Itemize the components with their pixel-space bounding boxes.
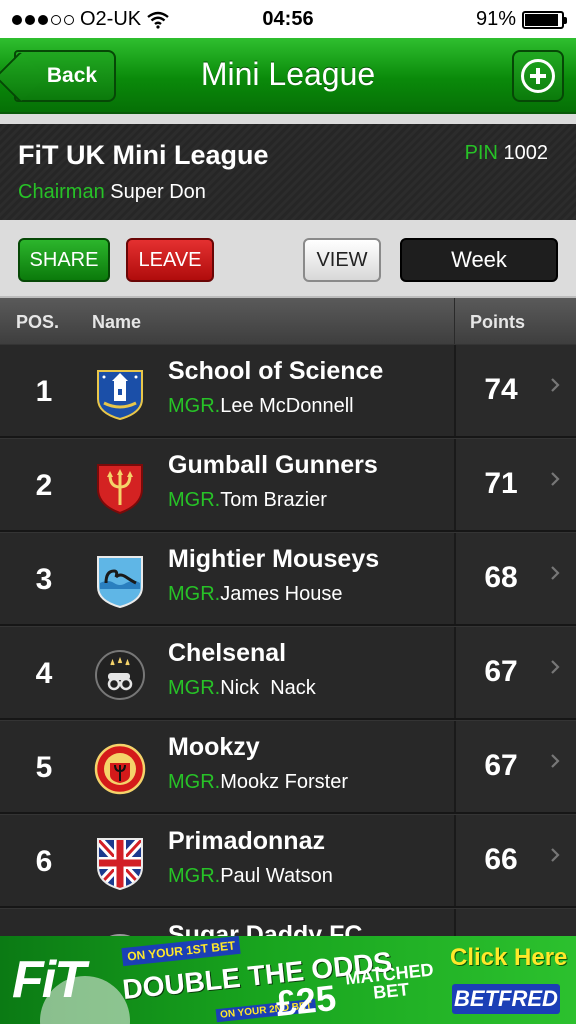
points-cell bbox=[454, 909, 576, 936]
league-name: FiT UK Mini League bbox=[18, 140, 269, 170]
manager-name: James House bbox=[220, 583, 343, 605]
row-points: 67 bbox=[484, 655, 518, 688]
table-row[interactable]: 5 Mookzy MGR.Mookz Forster 67 bbox=[0, 720, 576, 814]
battery-level bbox=[525, 13, 558, 26]
blue-tower-crest-icon bbox=[97, 370, 143, 421]
points-cell: 67 bbox=[454, 721, 576, 812]
points-cell: 66 bbox=[454, 815, 576, 906]
team-name: Primadonnaz bbox=[168, 827, 325, 855]
ad-cta[interactable]: Click Here bbox=[450, 944, 567, 972]
football-crest-icon bbox=[109, 934, 131, 936]
chevron-right-icon bbox=[551, 472, 560, 486]
page-title: Mini League bbox=[200, 56, 376, 92]
team-name: Mightier Mouseys bbox=[168, 545, 380, 573]
view-button[interactable]: VIEW bbox=[303, 238, 381, 282]
table-header: POS. Name Points bbox=[0, 298, 576, 344]
row-points: 71 bbox=[484, 467, 518, 500]
table-row[interactable]: 7 Sugar Daddy FC bbox=[0, 908, 576, 936]
manager-name: Lee McDonnell bbox=[220, 395, 354, 417]
row-points: 68 bbox=[484, 561, 518, 594]
mgr-prefix: MGR. bbox=[168, 677, 221, 699]
chevron-right-icon bbox=[551, 754, 560, 768]
ad-banner[interactable]: FiT ON YOUR 1ST BET DOUBLE THE ODDS ON Y… bbox=[0, 936, 576, 1024]
header-pos: POS. bbox=[16, 312, 60, 332]
team-name: Gumball Gunners bbox=[168, 451, 378, 479]
header-points: Points bbox=[470, 312, 526, 332]
team-name: School of Science bbox=[168, 357, 384, 385]
mgr-prefix: MGR. bbox=[168, 489, 221, 511]
manager-name: Tom Brazier bbox=[220, 489, 327, 511]
navigation-bar: Back Mini League bbox=[0, 38, 576, 114]
ad-matched-bet: MATCHED BET bbox=[344, 959, 436, 1004]
ad-sponsor-logo: BETFRED bbox=[452, 984, 560, 1014]
team-name: Mookzy bbox=[168, 733, 260, 761]
red-trident-crest-icon bbox=[97, 464, 143, 515]
chevron-right-icon bbox=[551, 566, 560, 580]
ad-amount: £25 bbox=[273, 976, 339, 1024]
add-button[interactable] bbox=[512, 50, 564, 102]
chevron-right-icon bbox=[551, 378, 560, 392]
table-row[interactable]: 4 Chelsenal MGR.Nick Nack 67 bbox=[0, 626, 576, 720]
status-bar: O2-UK 04:56 91% bbox=[0, 0, 576, 38]
row-position: 2 bbox=[35, 469, 53, 502]
header-name: Name bbox=[92, 312, 142, 332]
manager-name: Paul Watson bbox=[220, 865, 333, 887]
mgr-prefix: MGR. bbox=[168, 865, 221, 887]
union-jack-crest-icon bbox=[97, 838, 143, 891]
row-position: 3 bbox=[35, 563, 53, 596]
table-row[interactable]: 2 Gumball Gunners MGR.Tom Brazier 71 bbox=[0, 438, 576, 532]
manager: MGR.Nick Nack bbox=[168, 677, 316, 700]
manager-name: Nick Nack bbox=[220, 677, 316, 699]
red-devil-crest-icon bbox=[94, 743, 146, 795]
pin-label: PIN bbox=[464, 142, 498, 164]
manager: MGR.Mookz Forster bbox=[168, 771, 348, 794]
row-position: 6 bbox=[35, 845, 53, 878]
league-header: FiT UK Mini League PIN 1002 Chairman Sup… bbox=[0, 114, 576, 220]
mgr-prefix: MGR. bbox=[168, 395, 221, 417]
league-chairman: Chairman Super Don bbox=[18, 181, 206, 204]
battery-percent: 91% bbox=[475, 8, 516, 30]
ad-brand: FiT bbox=[12, 951, 86, 1009]
row-position: 1 bbox=[35, 375, 53, 408]
team-name: Sugar Daddy FC bbox=[168, 921, 363, 936]
manager: MGR.James House bbox=[168, 583, 343, 606]
points-cell: 68 bbox=[454, 533, 576, 624]
row-points: 74 bbox=[484, 373, 518, 406]
manager: MGR.Paul Watson bbox=[168, 865, 333, 888]
chairman-label: Chairman bbox=[18, 181, 105, 203]
chairman-name: Super Don bbox=[110, 181, 206, 203]
mgr-prefix: MGR. bbox=[168, 583, 221, 605]
table-row[interactable]: 3 Mightier Mouseys MGR.James House 68 bbox=[0, 532, 576, 626]
points-cell: 74 bbox=[454, 345, 576, 436]
table-row[interactable]: 1 School of Science MGR.Lee McDonnell 74 bbox=[0, 344, 576, 438]
chevron-right-icon bbox=[551, 660, 560, 674]
action-bar: SHARE LEAVE VIEW Week bbox=[0, 220, 576, 298]
row-points: 67 bbox=[484, 749, 518, 782]
plus-circle-icon bbox=[521, 59, 555, 93]
manager: MGR.Lee McDonnell bbox=[168, 395, 354, 418]
mgr-prefix: MGR. bbox=[168, 771, 221, 793]
manager: MGR.Tom Brazier bbox=[168, 489, 327, 512]
standings-list: 1 School of Science MGR.Lee McDonnell 74… bbox=[0, 344, 576, 936]
row-points: 66 bbox=[484, 843, 518, 876]
pin-value: 1002 bbox=[503, 142, 549, 164]
lake-monster-crest-icon bbox=[97, 556, 143, 609]
battery-icon bbox=[522, 10, 567, 29]
manager-name: Mookz Forster bbox=[220, 771, 349, 793]
points-cell: 71 bbox=[454, 439, 576, 530]
row-position: 5 bbox=[35, 751, 53, 784]
period-selector[interactable]: Week bbox=[400, 238, 558, 282]
chevron-right-icon bbox=[551, 848, 560, 862]
share-button[interactable]: SHARE bbox=[18, 238, 110, 282]
points-cell: 67 bbox=[454, 627, 576, 718]
league-pin: PIN 1002 bbox=[465, 142, 548, 165]
row-position: 4 bbox=[35, 657, 53, 690]
cannon-crest-icon bbox=[95, 650, 145, 700]
team-name: Chelsenal bbox=[168, 639, 287, 667]
ad-tag-first-bet: ON YOUR 1ST BET bbox=[121, 936, 242, 967]
table-row[interactable]: 6 Primadonnaz MGR.Paul Watson 66 bbox=[0, 814, 576, 908]
leave-button[interactable]: LEAVE bbox=[126, 238, 214, 282]
battery-area: 91% bbox=[475, 8, 567, 31]
